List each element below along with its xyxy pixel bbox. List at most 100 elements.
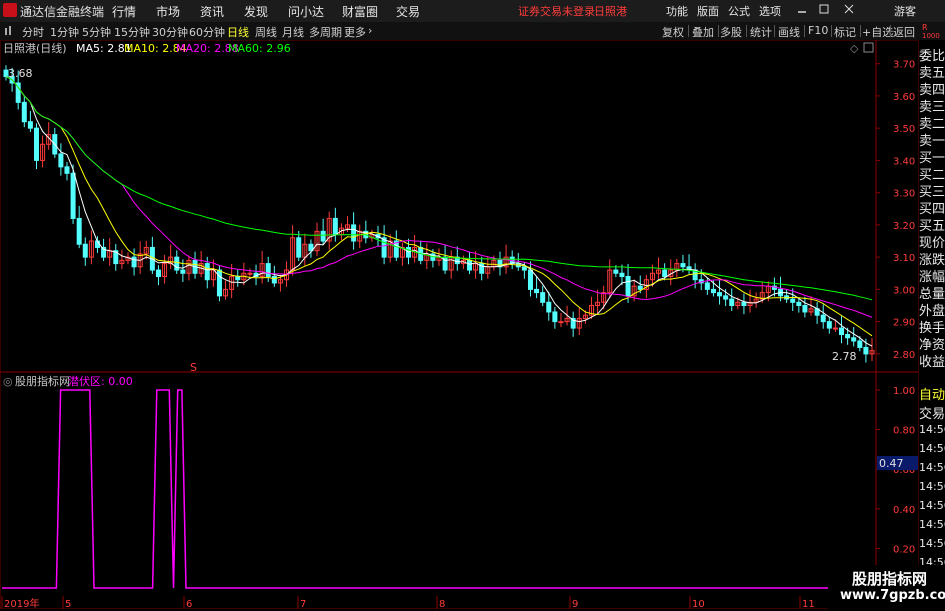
diamond-icon[interactable]: ◇	[850, 42, 859, 55]
overlay-button[interactable]: 叠加	[692, 24, 714, 40]
menu-trade[interactable]: 交易	[396, 3, 420, 20]
period-30min[interactable]: 30分钟	[152, 24, 188, 40]
candle-body	[625, 275, 631, 297]
ind-tick-label: 0.80	[893, 426, 915, 437]
watermark: 股朋指标网 www.7gpzb.com	[828, 565, 945, 609]
period-daily[interactable]: 日线	[227, 24, 249, 40]
app-title: 通达信金融终端	[20, 5, 105, 19]
period-5min[interactable]: 5分钟	[82, 24, 111, 40]
x-tick-label: 11	[802, 599, 815, 609]
separator	[890, 25, 891, 37]
period-15min[interactable]: 15分钟	[114, 24, 150, 40]
chart-frame	[0, 40, 919, 609]
quote-label: 买四	[919, 202, 945, 215]
minimize-icon[interactable]	[796, 3, 808, 15]
candle-body	[619, 272, 625, 277]
bars-icon[interactable]	[4, 25, 14, 35]
candle-body	[521, 266, 527, 271]
candle-body	[826, 321, 832, 329]
candle-body	[351, 224, 357, 242]
back-button[interactable]: 返回	[893, 24, 915, 40]
candle-body	[534, 288, 540, 294]
draw-line-button[interactable]: 画线	[778, 24, 800, 40]
add-favorite-button[interactable]: +自选	[862, 24, 893, 40]
period-weekly[interactable]: 周线	[255, 24, 277, 40]
indicator-gear-icon[interactable]: ◎	[3, 375, 13, 388]
candle-body	[820, 314, 826, 323]
menu-xiaoda[interactable]: 问小达	[288, 3, 324, 20]
chart-area[interactable]: 3.70 3.60 3.50 3.40 3.30 3.20 3.10 3.00 2.90 2.80…	[0, 40, 919, 609]
quote-label: 卖五	[919, 66, 945, 79]
mark-button[interactable]: 标记	[834, 24, 856, 40]
maximize-panel-icon[interactable]	[863, 42, 874, 53]
more-chevron-icon[interactable]: ›	[368, 24, 372, 37]
high-price-label: 3.68	[8, 67, 33, 80]
app-logo-icon	[3, 3, 17, 17]
adjust-button[interactable]: 复权	[662, 24, 684, 40]
candle-body	[204, 263, 210, 281]
period-60min[interactable]: 60分钟	[189, 24, 225, 40]
period-intraday[interactable]: 分时	[22, 24, 44, 40]
ind-tick-label: 1.00	[893, 386, 915, 397]
candle-body	[851, 337, 857, 342]
ma60-label: MA60: 2.96	[228, 42, 291, 55]
menu-discover[interactable]: 发现	[244, 3, 268, 20]
quote-label: 收益	[919, 355, 945, 368]
menu-market[interactable]: 市场	[156, 3, 180, 20]
r-badge-sub: 1000	[922, 32, 940, 40]
candle-body	[546, 301, 552, 313]
watermark-url: www.7gpzb.com	[840, 588, 945, 603]
period-1min[interactable]: 1分钟	[50, 24, 79, 40]
watermark-title: 股朋指标网	[852, 570, 928, 588]
menu-function[interactable]: 功能	[666, 3, 688, 19]
menu-news[interactable]: 资讯	[200, 3, 224, 20]
close-icon[interactable]	[843, 3, 855, 15]
r-badge: R 1000	[922, 24, 942, 41]
period-more[interactable]: 更多	[344, 24, 366, 40]
candle-body	[857, 340, 863, 348]
period-toolbar: 分时 1分钟 5分钟 15分钟 30分钟 60分钟 日线 周线 月线 多周期 更…	[0, 22, 945, 41]
quote-label: 现价	[919, 236, 945, 249]
low-price-label: 2.78	[832, 350, 857, 363]
candle-body	[155, 269, 161, 277]
candle-body	[296, 237, 302, 258]
x-tick-label: 5	[65, 599, 71, 609]
candle-body	[704, 282, 710, 290]
separator	[774, 25, 775, 37]
candle-body	[180, 269, 186, 274]
y-tick-label: 3.30	[893, 189, 915, 200]
guest-label[interactable]: 游客	[894, 3, 916, 19]
candle-body	[235, 275, 241, 281]
candle-body	[21, 101, 27, 123]
candle-body	[662, 269, 668, 277]
statistics-button[interactable]: 统计	[750, 24, 772, 40]
menu-options[interactable]: 选项	[759, 3, 781, 19]
trade-label[interactable]: 交易	[919, 403, 945, 420]
y-tick-label: 3.20	[893, 221, 915, 232]
current-value: 0.47	[879, 457, 904, 470]
period-monthly[interactable]: 月线	[282, 24, 304, 40]
separator	[746, 25, 747, 37]
candle-body	[796, 301, 802, 307]
candle-body	[552, 311, 558, 323]
menu-quotes[interactable]: 行情	[112, 3, 136, 20]
auto-label[interactable]: 自动	[919, 384, 945, 401]
f10-button[interactable]: F10	[808, 24, 828, 37]
ind-tick-label: 0.20	[893, 544, 915, 555]
candle-body	[58, 153, 64, 168]
restore-icon[interactable]	[818, 3, 830, 15]
quote-label: 卖一	[919, 134, 945, 147]
candles-group	[3, 65, 875, 363]
candle-body	[558, 321, 564, 324]
separator	[688, 25, 689, 37]
quote-label: 净资	[919, 338, 945, 351]
y-tick-label: 3.40	[893, 156, 915, 167]
period-multi[interactable]: 多周期	[309, 24, 342, 40]
x-tick-label: 7	[300, 599, 306, 609]
candle-body	[863, 346, 869, 355]
menu-layout[interactable]: 版面	[697, 3, 719, 19]
menu-formula[interactable]: 公式	[728, 3, 750, 19]
multi-stock-button[interactable]: 多股	[720, 24, 742, 40]
menu-wealth-circle[interactable]: 财富圈	[342, 3, 378, 20]
candle-body	[216, 269, 222, 297]
